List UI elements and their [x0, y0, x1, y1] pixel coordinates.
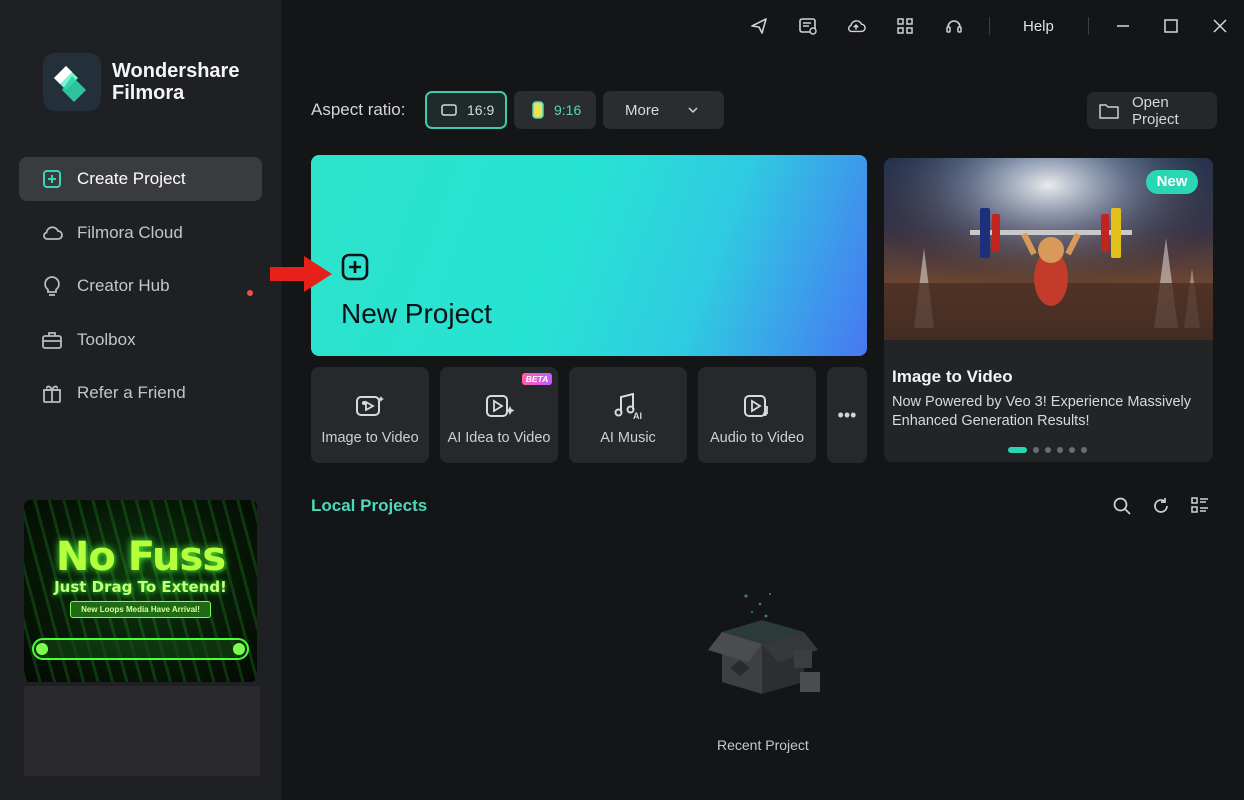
- open-project-button[interactable]: Open Project: [1087, 92, 1217, 129]
- sidebar-item-filmora-cloud[interactable]: Filmora Cloud: [19, 211, 262, 255]
- tool-label: Audio to Video: [709, 430, 805, 446]
- carousel-dot[interactable]: [1081, 447, 1087, 453]
- promo-banner[interactable]: No Fuss Just Drag To Extend! New Loops M…: [24, 500, 257, 682]
- sidebar-item-label: Refer a Friend: [77, 383, 186, 402]
- empty-box-icon: [700, 590, 824, 705]
- tool-audio-to-video[interactable]: Audio to Video: [698, 367, 816, 463]
- svg-text:AI: AI: [633, 411, 642, 420]
- sidebar-item-toolbox[interactable]: Toolbox: [19, 318, 262, 362]
- close-icon[interactable]: [1210, 16, 1230, 36]
- carousel-dot[interactable]: [1069, 447, 1075, 453]
- sidebar-item-label: Creator Hub: [77, 276, 170, 295]
- divider: [989, 17, 990, 35]
- image-to-video-icon: [311, 392, 429, 420]
- ai-music-icon: AI: [569, 392, 687, 420]
- carousel-dot[interactable]: [1033, 447, 1039, 453]
- folder-icon: [1099, 103, 1119, 119]
- audio-to-video-icon: [698, 392, 816, 420]
- notification-dot: [247, 290, 253, 296]
- open-project-label: Open Project: [1132, 93, 1179, 128]
- tool-label: AI Music: [600, 430, 656, 446]
- sidebar-item-label: Filmora Cloud: [77, 222, 183, 242]
- sidebar-nav: Create Project Filmora Cloud Creator Hub…: [19, 157, 262, 425]
- aspect-9-16-chip[interactable]: 9:16: [514, 91, 596, 129]
- more-tools-button[interactable]: •••: [827, 367, 867, 463]
- search-icon[interactable]: [1112, 496, 1132, 516]
- new-project-card[interactable]: New Project: [311, 155, 867, 356]
- minimize-icon[interactable]: [1113, 16, 1133, 36]
- brand: Wondershare Filmora: [43, 53, 239, 111]
- apps-grid-icon[interactable]: [895, 16, 915, 36]
- aspect-16-9-chip[interactable]: 16:9: [425, 91, 507, 129]
- portrait-icon: [532, 101, 544, 119]
- maximize-icon[interactable]: [1161, 16, 1181, 36]
- sidebar-item-refer-a-friend[interactable]: Refer a Friend: [19, 371, 262, 415]
- carousel-dot[interactable]: [1057, 447, 1063, 453]
- divider: [1088, 17, 1089, 35]
- send-icon[interactable]: [749, 16, 769, 36]
- task-list-icon[interactable]: [798, 16, 818, 36]
- tool-label: AI Idea to Video: [447, 430, 551, 446]
- promo-tagline: New Loops Media Have Arrival!: [70, 601, 211, 618]
- cloud-icon: [41, 222, 63, 244]
- more-label: More: [625, 101, 660, 119]
- aspect-9-16-label: 9:16: [554, 102, 582, 118]
- lightbulb-icon: [41, 275, 63, 297]
- carousel-dot[interactable]: [1045, 447, 1051, 453]
- brand-line2: Filmora: [112, 82, 185, 104]
- tool-image-to-video[interactable]: Image to Video: [311, 367, 429, 463]
- brand-line1: Wondershare: [112, 60, 240, 82]
- ai-idea-to-video-icon: [440, 392, 558, 420]
- sidebar-item-create-project[interactable]: Create Project: [19, 157, 262, 201]
- recent-project-label: Recent Project: [717, 737, 809, 753]
- brand-name: Wondershare Filmora: [112, 60, 239, 104]
- promo-subline: Just Drag To Extend!: [54, 578, 227, 596]
- new-project-title: New Project: [341, 298, 492, 329]
- help-button[interactable]: Help: [1023, 18, 1054, 35]
- refresh-icon[interactable]: [1151, 496, 1171, 516]
- carousel-dot-active[interactable]: [1008, 447, 1027, 453]
- banner-title: Image to Video: [892, 367, 1013, 386]
- aspect-ratio-label: Aspect ratio:: [311, 100, 406, 119]
- red-arrow-annotation-icon: [270, 256, 334, 297]
- tool-ai-idea-to-video[interactable]: BETA AI Idea to Video: [440, 367, 558, 463]
- plus-square-icon: [41, 168, 63, 190]
- toolbox-icon: [41, 329, 63, 351]
- chevron-down-icon: [687, 106, 699, 114]
- carousel-dots: [1008, 447, 1093, 453]
- promo-headline: No Fuss: [55, 534, 226, 580]
- aspect-16-9-label: 16:9: [467, 102, 495, 118]
- headset-icon[interactable]: [944, 16, 964, 36]
- sidebar-item-label: Toolbox: [77, 329, 136, 349]
- tool-ai-music[interactable]: AI AI Music: [569, 367, 687, 463]
- sidebar-item-label: Create Project: [77, 169, 186, 188]
- filmora-logo-icon: [43, 53, 101, 111]
- local-projects-title: Local Projects: [311, 496, 428, 515]
- beta-badge: BETA: [522, 373, 552, 385]
- banner-description: Now Powered by Veo 3! Experience Massive…: [892, 394, 1192, 427]
- new-badge: New: [1146, 170, 1198, 194]
- promo-timeline-graphic: [32, 638, 249, 660]
- sidebar: Wondershare Filmora Create Project Filmo…: [0, 0, 282, 800]
- tool-label: Image to Video: [321, 430, 419, 446]
- add-square-icon: [341, 253, 369, 286]
- landscape-icon: [441, 104, 457, 116]
- promo-placeholder: [24, 686, 260, 776]
- list-view-icon[interactable]: [1190, 496, 1210, 516]
- gift-icon: [41, 382, 63, 404]
- aspect-more-dropdown[interactable]: More: [603, 91, 724, 129]
- cloud-upload-icon[interactable]: [846, 16, 866, 36]
- sidebar-item-creator-hub[interactable]: Creator Hub: [19, 264, 262, 308]
